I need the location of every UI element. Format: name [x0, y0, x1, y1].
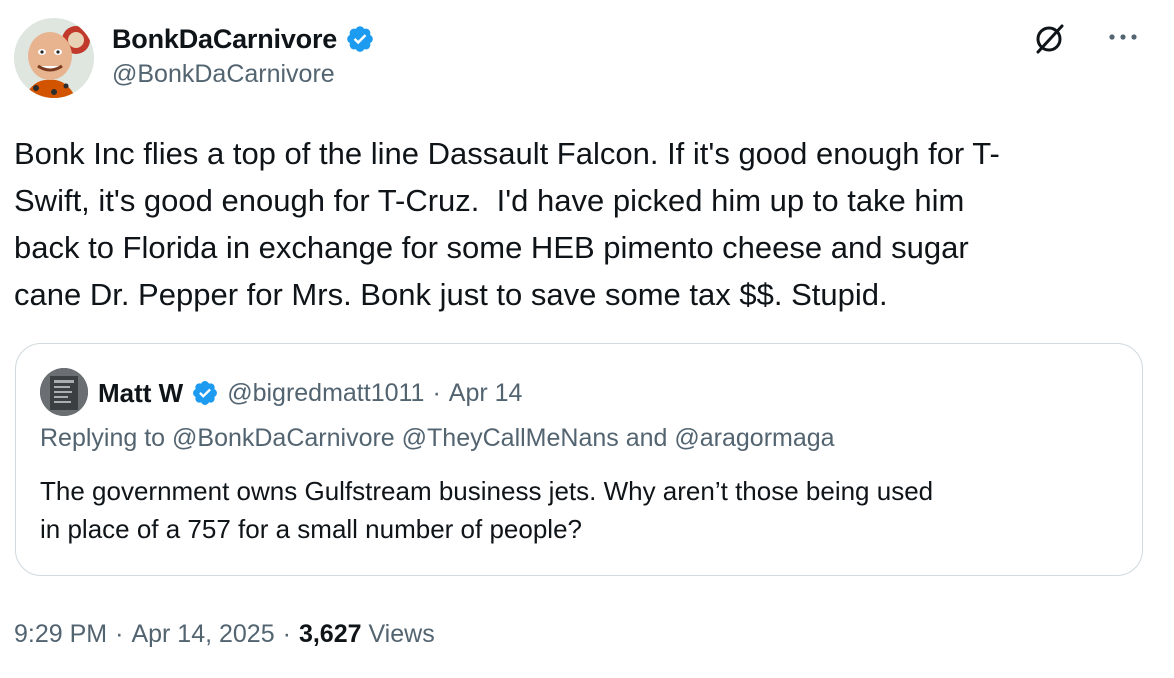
- tweet-date[interactable]: Apr 14, 2025: [131, 620, 274, 649]
- grok-icon[interactable]: [1032, 22, 1066, 56]
- quoted-author-display-name[interactable]: Matt W: [98, 378, 183, 409]
- avatar-image: [14, 18, 94, 98]
- quoted-verified-badge-icon: [191, 379, 219, 407]
- tweet-time[interactable]: 9:29 PM: [14, 620, 107, 649]
- quoted-tweet-card[interactable]: Matt W @bigredmatt1011 · Apr 14 Replying…: [15, 343, 1143, 576]
- quoted-tweet-text: The government owns Gulfstream business …: [40, 476, 934, 544]
- quoted-separator: ·: [432, 378, 441, 407]
- quoted-date[interactable]: Apr 14: [449, 379, 523, 408]
- quoted-avatar-image: [40, 368, 88, 416]
- author-display-name[interactable]: BonkDaCarnivore: [112, 24, 337, 55]
- views-count: 3,627: [298, 619, 362, 648]
- more-options-icon[interactable]: [1102, 20, 1144, 54]
- author-name-row[interactable]: BonkDaCarnivore: [112, 20, 375, 58]
- meta-separator-1: ·: [115, 619, 124, 648]
- meta-separator-2: ·: [282, 619, 291, 648]
- author-avatar[interactable]: [14, 18, 94, 98]
- quoted-author-avatar: [40, 368, 88, 416]
- quoted-replying-to: Replying to @BonkDaCarnivore @TheyCallMe…: [40, 424, 835, 452]
- tweet-meta: 9:29 PM · Apr 14, 2025 · 3,627 Views: [14, 616, 435, 652]
- tweet: BonkDaCarnivore @BonkDaCarnivore Bonk In…: [0, 0, 1174, 678]
- verified-badge-icon: [345, 24, 375, 54]
- tweet-text: Bonk Inc flies a top of the line Dassaul…: [14, 136, 1000, 312]
- author-handle[interactable]: @BonkDaCarnivore: [112, 60, 335, 89]
- quoted-tweet-header: Matt W @bigredmatt1011 · Apr 14: [98, 374, 522, 412]
- quoted-author-handle[interactable]: @bigredmatt1011: [227, 379, 424, 408]
- views-label: Views: [368, 619, 435, 648]
